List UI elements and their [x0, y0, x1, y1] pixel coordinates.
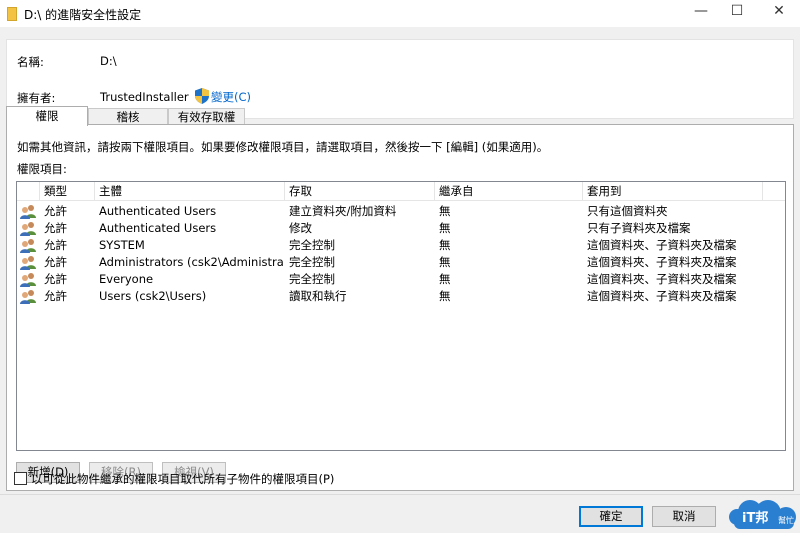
table-row[interactable]: 允許 Everyone 完全控制 無 這個資料夾、子資料夾及檔案 [17, 271, 785, 288]
permission-entries-label: 權限項目: [17, 162, 67, 176]
owner-label: 擁有者: [17, 91, 56, 105]
cancel-button[interactable]: 取消 [652, 506, 716, 527]
cell-access: 完全控制 [289, 238, 335, 252]
cell-type: 允許 [44, 289, 67, 303]
cell-type: 允許 [44, 204, 67, 218]
table-row[interactable]: 允許 Users (csk2\Users) 讀取和執行 無 這個資料夾、子資料夾及檔案 [17, 288, 785, 305]
folder-icon [7, 7, 17, 21]
cell-applies-to: 這個資料夾、子資料夾及檔案 [587, 272, 737, 286]
owner-value: TrustedInstaller [100, 90, 189, 104]
title-bar: D:\ 的進階安全性設定 — ☐ ✕ [0, 0, 800, 28]
cell-type: 允許 [44, 238, 67, 252]
ok-button[interactable]: 確定 [579, 506, 643, 527]
cell-access: 修改 [289, 221, 312, 235]
cell-inherited-from: 無 [439, 289, 451, 303]
replace-child-permissions-checkbox[interactable] [14, 472, 27, 485]
cell-access: 完全控制 [289, 272, 335, 286]
table-row[interactable]: 允許 Administrators (csk2\Administrato... 完全… [17, 254, 785, 271]
cell-applies-to: 只有這個資料夾 [587, 204, 668, 218]
cell-access: 讀取和執行 [289, 289, 347, 303]
users-icon [20, 273, 36, 287]
cell-type: 允許 [44, 272, 67, 286]
cell-principal: Everyone [99, 272, 154, 286]
users-icon [20, 205, 36, 219]
cell-inherited-from: 無 [439, 255, 451, 269]
watermark-sub: 幫忙 [778, 515, 794, 525]
dialog-client: 名稱: D:\ 擁有者: TrustedInstaller 變更(C) 權限 稽… [0, 28, 800, 533]
object-info: 名稱: D:\ 擁有者: TrustedInstaller 變更(C) [6, 39, 794, 119]
cell-access: 完全控制 [289, 255, 335, 269]
column-access[interactable]: 存取 [285, 182, 435, 201]
users-icon [20, 239, 36, 253]
column-inherited-from[interactable]: 繼承自 [435, 182, 583, 201]
cell-inherited-from: 無 [439, 221, 451, 235]
footer-divider [0, 494, 800, 495]
cell-type: 允許 [44, 221, 67, 235]
permission-entries-list[interactable]: 類型 主體 存取 繼承自 套用到 允許 Authenticated Users 建立… [16, 181, 786, 451]
tab-permissions[interactable]: 權限 [6, 106, 88, 126]
minimize-button[interactable]: — [682, 0, 720, 24]
cell-applies-to: 只有子資料夾及檔案 [587, 221, 691, 235]
window-title: D:\ 的進階安全性設定 [24, 8, 142, 22]
column-applies-to[interactable]: 套用到 [583, 182, 763, 201]
change-owner-link[interactable]: 變更(C) [211, 89, 251, 105]
cell-principal: Users (csk2\Users) [99, 289, 207, 303]
cell-applies-to: 這個資料夾、子資料夾及檔案 [587, 289, 737, 303]
watermark-brand: iT邦 [742, 510, 768, 526]
maximize-button[interactable]: ☐ [718, 0, 756, 24]
name-label: 名稱: [17, 55, 44, 69]
users-icon [20, 222, 36, 236]
ithome-watermark-logo: iT邦 幫忙 [729, 500, 796, 529]
column-principal[interactable]: 主體 [95, 182, 285, 201]
table-row[interactable]: 允許 Authenticated Users 建立資料夾/附加資料 無 只有這個資料夾 [17, 203, 785, 220]
cell-principal: SYSTEM [99, 238, 145, 252]
name-value: D:\ [100, 54, 117, 68]
cell-principal: Administrators (csk2\Administrato... [99, 255, 284, 269]
cell-applies-to: 這個資料夾、子資料夾及檔案 [587, 238, 737, 252]
cell-access: 建立資料夾/附加資料 [289, 204, 397, 218]
list-header: 類型 主體 存取 繼承自 套用到 [17, 182, 785, 201]
column-icon [17, 182, 40, 201]
uac-shield-icon [195, 88, 209, 104]
cell-applies-to: 這個資料夾、子資料夾及檔案 [587, 255, 737, 269]
replace-child-permissions-label: 以可從此物件繼承的權限項目取代所有子物件的權限項目(P) [31, 472, 335, 486]
cell-principal: Authenticated Users [99, 221, 217, 235]
table-row[interactable]: 允許 Authenticated Users 修改 無 只有子資料夾及檔案 [17, 220, 785, 237]
users-icon [20, 256, 36, 270]
close-button[interactable]: ✕ [760, 0, 798, 24]
cell-inherited-from: 無 [439, 272, 451, 286]
cell-inherited-from: 無 [439, 238, 451, 252]
column-type[interactable]: 類型 [40, 182, 95, 201]
users-icon [20, 290, 36, 304]
permissions-panel: 如需其他資訊，請按兩下權限項目。如果要修改權限項目，請選取項目，然後按一下 [編… [6, 124, 794, 491]
cell-inherited-from: 無 [439, 204, 451, 218]
table-row[interactable]: 允許 SYSTEM 完全控制 無 這個資料夾、子資料夾及檔案 [17, 237, 785, 254]
cell-principal: Authenticated Users [99, 204, 217, 218]
cell-type: 允許 [44, 255, 67, 269]
hint-text: 如需其他資訊，請按兩下權限項目。如果要修改權限項目，請選取項目，然後按一下 [編… [17, 140, 549, 154]
